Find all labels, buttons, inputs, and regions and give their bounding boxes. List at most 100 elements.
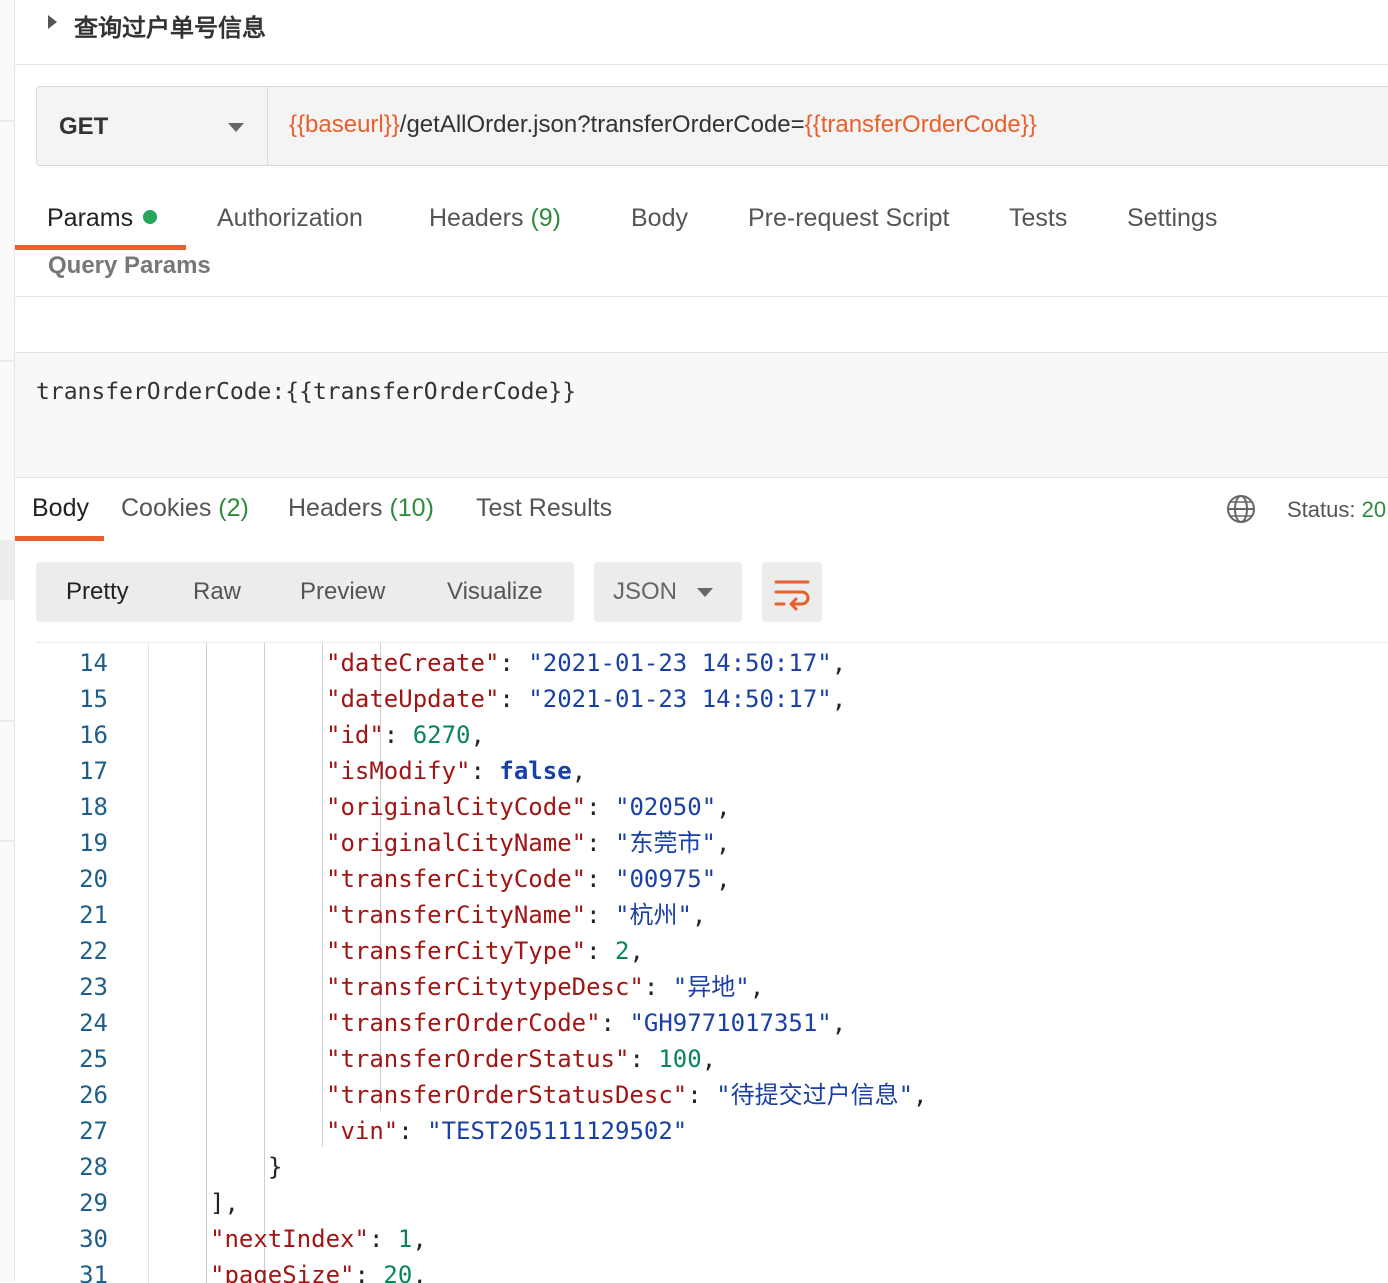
json-token: "transferCityType" <box>326 937 587 965</box>
json-token: "transferCitytypeDesc" <box>326 973 644 1001</box>
code-line: 27 "vin": "TEST205111129502" <box>36 1113 1388 1149</box>
json-token: , <box>716 865 731 893</box>
code-line: 16 "id": 6270, <box>36 717 1388 753</box>
json-token: : <box>586 793 615 821</box>
sidebar-selected-item[interactable] <box>0 540 14 600</box>
tab-label: Params <box>47 204 134 232</box>
json-token: "GH9771017351" <box>629 1009 832 1037</box>
response-tab-cookies[interactable]: Cookies (2) <box>121 494 249 523</box>
json-token: "待提交过户信息" <box>716 1081 914 1109</box>
view-mode-pretty[interactable]: Pretty <box>66 578 129 606</box>
json-token: "transferCityCode" <box>326 865 587 893</box>
wrap-lines-button[interactable] <box>762 562 822 622</box>
json-token: "00975" <box>615 865 717 893</box>
json-token: "2021-01-23 14:50:17" <box>528 685 832 713</box>
tab-body[interactable]: Body <box>631 204 688 233</box>
view-mode-raw[interactable]: Raw <box>193 578 241 606</box>
query-params-label: Query Params <box>48 252 211 279</box>
tab-label: Headers <box>429 204 524 232</box>
tab-pre-request-script[interactable]: Pre-request Script <box>748 204 949 233</box>
method-label: GET <box>59 113 109 140</box>
request-tabs: Params Authorization Headers (9) Body Pre-re… <box>15 190 1388 250</box>
json-token: , <box>571 757 587 785</box>
tab-authorization[interactable]: Authorization <box>217 204 363 233</box>
tab-params[interactable]: Params <box>47 204 158 233</box>
code-line: 31 "pageSize": 20, <box>36 1257 1388 1283</box>
tab-label: Settings <box>1127 204 1218 232</box>
tab-label: Body <box>32 494 89 522</box>
json-token: "originalCityName" <box>326 829 587 857</box>
json-token: "TEST205111129502" <box>427 1117 688 1145</box>
wrap-lines-icon <box>774 580 810 611</box>
json-token: : <box>368 1225 398 1253</box>
code-line: 20 "transferCityCode": "00975", <box>36 861 1388 897</box>
code-text: "transferCityCode": "00975", <box>326 861 731 897</box>
active-response-tab-indicator <box>15 536 104 541</box>
view-mode-visualize[interactable]: Visualize <box>447 578 543 606</box>
json-token: , <box>715 829 731 857</box>
line-number: 31 <box>79 1261 108 1283</box>
json-token: : <box>499 649 529 677</box>
url-input[interactable]: {{baseurl}}/getAllOrder.json?transferOrd… <box>289 111 1037 139</box>
line-number: 27 <box>79 1117 108 1145</box>
code-text: "transferOrderCode": "GH9771017351", <box>326 1005 846 1041</box>
json-token: ], <box>210 1189 239 1217</box>
code-text: ], <box>210 1185 239 1221</box>
json-token: , <box>629 937 644 965</box>
tab-count: (2) <box>211 494 249 522</box>
json-token: , <box>831 685 847 713</box>
globe-icon[interactable] <box>1226 494 1256 524</box>
tab-headers[interactable]: Headers (9) <box>429 204 561 233</box>
code-text: "transferCityName": "杭州", <box>326 897 706 933</box>
request-title[interactable]: 查询过户单号信息 <box>74 8 266 43</box>
url-variable: {{baseurl}} <box>289 111 400 138</box>
response-tab-body[interactable]: Body <box>32 494 89 523</box>
tab-label: Authorization <box>217 204 363 232</box>
tab-label: Headers <box>288 494 383 522</box>
json-token: "dateCreate" <box>326 649 500 677</box>
json-token: : <box>586 829 615 857</box>
line-number: 26 <box>79 1081 108 1109</box>
sidebar-divider <box>0 120 14 122</box>
code-text: "dateUpdate": "2021-01-23 14:50:17", <box>326 681 846 717</box>
code-text: "id": 6270, <box>326 717 485 753</box>
caret-right-icon[interactable] <box>48 15 57 29</box>
code-line: 23 "transferCitytypeDesc": "异地", <box>36 969 1388 1005</box>
response-tab-test-results[interactable]: Test Results <box>476 494 612 523</box>
bulk-edit-area[interactable]: transferOrderCode:{{transferOrderCode}} <box>15 352 1388 478</box>
line-number: 20 <box>79 865 108 893</box>
json-token: "vin" <box>326 1117 399 1145</box>
tab-label: Test Results <box>476 494 613 522</box>
view-mode-preview[interactable]: Preview <box>300 578 385 606</box>
format-select[interactable]: JSON <box>594 562 742 622</box>
line-number: 14 <box>79 649 108 677</box>
json-token: , <box>470 721 485 749</box>
json-token: : <box>586 937 615 965</box>
tab-label: Tests <box>1009 204 1068 232</box>
json-token: 20 <box>383 1261 413 1283</box>
json-token: : <box>586 865 615 893</box>
json-token: : <box>643 973 673 1001</box>
json-token: 6270 <box>412 721 471 749</box>
json-token: "id" <box>326 721 384 749</box>
code-line: 18 "originalCityCode": "02050", <box>36 789 1388 825</box>
chevron-down-icon <box>697 588 713 597</box>
tab-settings[interactable]: Settings <box>1127 204 1217 233</box>
method-select[interactable]: GET <box>37 87 268 165</box>
view-mode-toolbar: Pretty Raw Preview Visualize <box>36 562 574 622</box>
code-line: 19 "originalCityName": "东莞市", <box>36 825 1388 861</box>
line-number: 28 <box>79 1153 108 1181</box>
json-token: : <box>354 1261 384 1283</box>
json-token: , <box>913 1081 928 1109</box>
json-token: 1 <box>397 1225 413 1253</box>
json-token: "nextIndex" <box>210 1225 369 1253</box>
response-tab-headers[interactable]: Headers (10) <box>288 494 434 523</box>
code-text: "nextIndex": 1, <box>210 1221 427 1257</box>
code-line: 29], <box>36 1185 1388 1221</box>
json-token: , <box>831 649 847 677</box>
line-number: 15 <box>79 685 108 713</box>
tab-tests[interactable]: Tests <box>1009 204 1067 233</box>
tab-label: Pre-request Script <box>748 204 950 232</box>
code-line: 14 "dateCreate": "2021-01-23 14:50:17", <box>36 645 1388 681</box>
response-body-editor[interactable]: 14 "dateCreate": "2021-01-23 14:50:17", 15… <box>36 642 1388 1283</box>
